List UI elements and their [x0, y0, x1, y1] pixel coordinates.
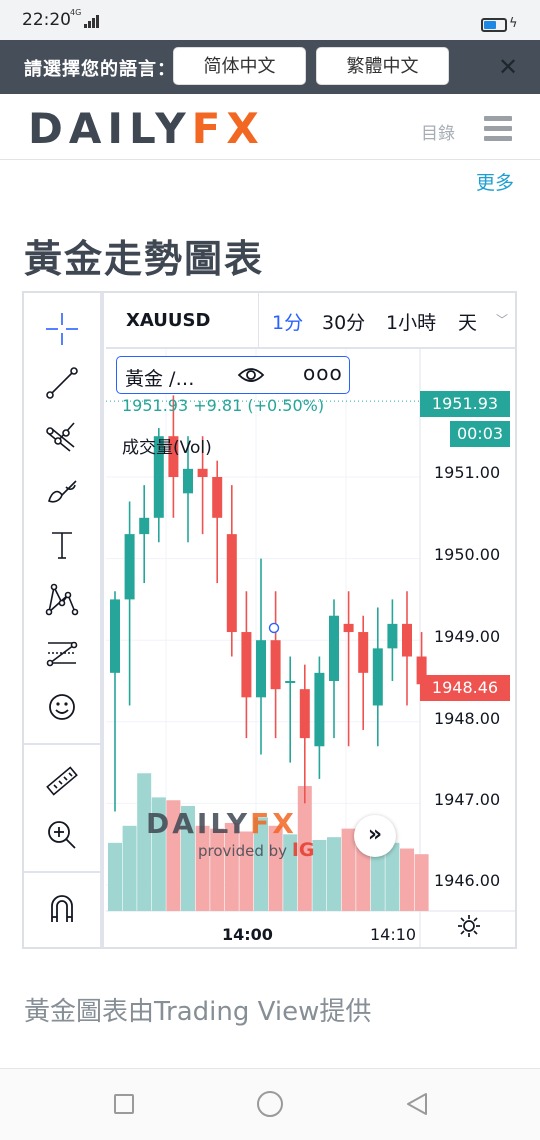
- symbol-legend[interactable]: 黃金 /… ooo: [116, 356, 350, 394]
- volume-bar: [400, 848, 414, 911]
- y-tick: 1947.00: [434, 790, 501, 809]
- magnet-icon[interactable]: [44, 890, 80, 926]
- crosshair-icon[interactable]: [44, 311, 80, 347]
- x-tick: 14:00: [222, 925, 273, 944]
- site-header: DAILYFX 目錄: [0, 94, 540, 160]
- more-options-icon[interactable]: ooo: [303, 361, 343, 385]
- candle-body: [343, 623, 354, 633]
- toolbar-divider: [24, 871, 104, 873]
- y-tick: 1948.00: [434, 709, 501, 728]
- x-tick: 14:10: [370, 925, 417, 944]
- price-change: 1951.93 +9.81 (+0.50%): [122, 396, 325, 415]
- eye-icon[interactable]: [237, 364, 265, 386]
- candle-body: [402, 623, 412, 657]
- countdown-tag: 00:03: [450, 421, 510, 447]
- crosshair-marker: [268, 622, 280, 634]
- chart-top-bar: XAUUSD 1分 30分 1小時 天 ﹀: [106, 293, 515, 349]
- volume-label: 成交量(Vol): [122, 438, 212, 458]
- volume-bar: [327, 837, 341, 911]
- signal-icon: [84, 14, 100, 28]
- y-tick: 1946.00: [434, 871, 501, 890]
- candle-body: [372, 648, 383, 706]
- volume-bar: [385, 842, 400, 911]
- candle-body: [358, 632, 369, 673]
- page-title: 黃金走勢圖表: [24, 237, 265, 281]
- hamburger-menu-icon[interactable]: [484, 116, 512, 142]
- close-icon[interactable]: ✕: [498, 53, 518, 81]
- home-icon[interactable]: [257, 1091, 283, 1117]
- candle-body: [270, 640, 281, 690]
- battery-icon: [481, 18, 507, 32]
- candle-body: [314, 672, 325, 747]
- status-time: 22:20: [22, 10, 71, 30]
- trend-line-icon[interactable]: [44, 365, 80, 401]
- drawing-toolbar: [24, 293, 104, 947]
- scroll-to-realtime-button[interactable]: »: [354, 815, 396, 857]
- brush-icon[interactable]: [44, 473, 80, 509]
- chevron-down-icon[interactable]: ﹀: [496, 311, 508, 328]
- legend-symbol-name: 黃金 /…: [125, 368, 195, 390]
- volume-bar: [137, 773, 152, 911]
- language-prompt: 請選擇您的語言：: [24, 59, 176, 80]
- volume-bar: [122, 825, 137, 911]
- ruler-icon[interactable]: [44, 763, 80, 799]
- candle-body: [387, 623, 398, 649]
- settings-gear-icon[interactable]: [456, 913, 482, 939]
- pitchfork-icon[interactable]: [44, 419, 80, 455]
- chart-caption: 黃金圖表由Trading View提供: [24, 997, 372, 1027]
- symbol-search[interactable]: XAUUSD: [126, 310, 210, 331]
- candle-body: [241, 632, 252, 698]
- candle-body: [197, 468, 208, 477]
- candle-body: [139, 517, 150, 535]
- status-bar: 22:20 4G ϟ: [0, 0, 540, 40]
- y-tick: 1951.00: [434, 463, 501, 482]
- interval-1h[interactable]: 1小時: [386, 308, 436, 335]
- candle-body: [212, 477, 223, 518]
- volume-bar: [108, 842, 122, 911]
- chart-area[interactable]: 黃金 /… ooo 1951.93 +9.81 (+0.50%) 成交量(Vol…: [106, 349, 515, 947]
- toolbar-divider: [24, 743, 104, 745]
- zoom-in-icon[interactable]: [44, 817, 80, 853]
- chart-widget: XAUUSD 1分 30分 1小時 天 ﹀ 黃金 /… ooo 1951.93 …: [22, 291, 517, 949]
- candle-body: [299, 689, 310, 739]
- current-price-tag: 1948.46: [420, 675, 510, 701]
- candle-body: [329, 615, 339, 681]
- back-icon[interactable]: [404, 1091, 430, 1117]
- interval-30m[interactable]: 30分: [322, 308, 365, 335]
- y-tick: 1949.00: [434, 627, 501, 646]
- network-indicator: 4G: [70, 8, 82, 17]
- volume-bar: [414, 854, 429, 911]
- text-tool-icon[interactable]: [44, 527, 80, 563]
- recent-apps-icon[interactable]: [114, 1094, 134, 1114]
- more-link[interactable]: 更多: [476, 168, 514, 195]
- volume-bar: [312, 840, 327, 911]
- dailyfx-watermark: DAILYFX provided by IG: [146, 807, 315, 861]
- menu-label[interactable]: 目錄: [421, 119, 455, 144]
- simplified-chinese-button[interactable]: 简体中文: [173, 47, 306, 85]
- interval-1d[interactable]: 天: [458, 308, 477, 335]
- candle-body: [183, 468, 193, 494]
- candle-body: [124, 534, 135, 600]
- candle-body: [285, 681, 296, 683]
- emoji-icon[interactable]: [44, 689, 80, 725]
- charging-icon: ϟ: [509, 16, 518, 31]
- pattern-icon[interactable]: [44, 581, 80, 617]
- dailyfx-logo[interactable]: DAILYFX: [28, 104, 265, 153]
- interval-1m[interactable]: 1分: [272, 308, 303, 335]
- prediction-icon[interactable]: [44, 635, 80, 671]
- candle-body: [256, 640, 266, 698]
- language-bar: 請選擇您的語言： 简体中文 繁體中文 ✕: [0, 40, 540, 94]
- traditional-chinese-button[interactable]: 繁體中文: [316, 47, 449, 85]
- candle-body: [110, 599, 120, 673]
- volume-bar: [341, 828, 356, 911]
- y-tick: 1950.00: [434, 545, 501, 564]
- last-price-tag: 1951.93: [420, 391, 510, 417]
- system-nav-bar: [0, 1068, 540, 1140]
- candle-body: [226, 534, 237, 633]
